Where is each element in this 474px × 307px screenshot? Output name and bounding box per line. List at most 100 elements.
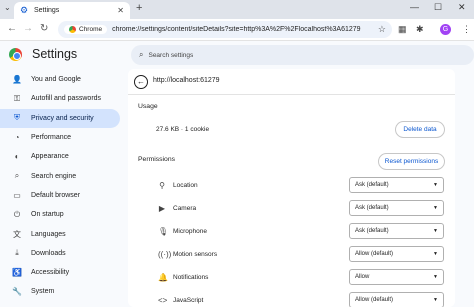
- dropdown-arrow-icon: ▼: [433, 228, 438, 234]
- permission-select[interactable]: Allow (default) ▼: [349, 292, 444, 307]
- profile-avatar[interactable]: G: [440, 24, 451, 35]
- search-icon: ⌕: [14, 171, 20, 181]
- permission-select[interactable]: Ask (default) ▼: [349, 177, 444, 193]
- sidebar-item-languages[interactable]: 文 Languages: [0, 224, 120, 243]
- permission-row: 🔔 Notifications Allow ▼: [128, 268, 455, 291]
- sidebar-item-label: Search engine: [31, 172, 77, 180]
- permission-value: Ask (default): [355, 182, 389, 188]
- location-icon: ⚲: [159, 181, 165, 190]
- person-icon: 👤: [12, 75, 22, 85]
- search-placeholder: Search settings: [148, 51, 194, 59]
- permission-select[interactable]: Ask (default) ▼: [349, 223, 444, 239]
- address-bar[interactable]: Chrome chrome://settings/content/siteDet…: [58, 21, 392, 38]
- sidebar-item-label: Performance: [31, 134, 72, 142]
- browser-toolbar: ← → ↻ Chrome chrome://settings/content/s…: [0, 19, 474, 41]
- accessibility-icon: ♿: [12, 268, 22, 278]
- permission-select[interactable]: Allow (default) ▼: [349, 246, 444, 262]
- permission-label: JavaScript: [173, 297, 204, 304]
- translate-icon: 文: [13, 229, 21, 239]
- bell-icon: 🔔: [158, 273, 168, 282]
- permission-label: Microphone: [173, 228, 207, 235]
- divider: [128, 94, 455, 95]
- sidebar-item-label: Default browser: [31, 191, 81, 199]
- permission-row: <> JavaScript Allow (default) ▼: [128, 291, 455, 307]
- site-chip[interactable]: Chrome: [64, 25, 108, 34]
- search-icon: ⌕: [139, 50, 144, 59]
- sidebar-item-label: Autofill and passwords: [31, 95, 102, 103]
- settings-header: Settings ⌕ Search settings: [0, 41, 474, 69]
- reset-permissions-button[interactable]: Reset permissions: [378, 153, 445, 170]
- settings-sidebar: 👤 You and Google ⚿ Autofill and passwords ⛨ P…: [0, 70, 124, 302]
- url-text[interactable]: chrome://settings/content/siteDetails?si…: [112, 26, 378, 33]
- code-icon: <>: [158, 296, 168, 305]
- extensions-icon[interactable]: ✱: [416, 24, 424, 35]
- permission-label: Location: [173, 182, 198, 189]
- permission-value: Ask (default): [355, 228, 389, 234]
- key-icon: ⚿: [13, 93, 21, 103]
- maximize-icon[interactable]: ☐: [434, 2, 442, 13]
- tab-search-button[interactable]: ⌄: [4, 3, 11, 12]
- sidebar-item-on-startup[interactable]: ⏻ On startup: [0, 205, 120, 224]
- power-icon: ⏻: [13, 209, 21, 219]
- shield-icon: ⛨: [14, 113, 20, 123]
- microphone-icon: 🎙: [158, 227, 169, 236]
- sidebar-item-label: Languages: [31, 230, 66, 238]
- permission-select[interactable]: Ask (default) ▼: [349, 200, 444, 216]
- search-input[interactable]: ⌕ Search settings: [131, 45, 474, 65]
- usage-text: 27.6 KB · 1 cookie: [156, 126, 210, 133]
- permission-select[interactable]: Allow ▼: [349, 269, 444, 285]
- sidebar-item-you-and-google[interactable]: 👤 You and Google: [0, 70, 120, 89]
- close-window-icon[interactable]: ✕: [458, 2, 466, 13]
- wrench-icon: 🔧: [12, 287, 22, 297]
- motion-sensor-icon: ((·)): [158, 250, 172, 259]
- sidebar-item-search-engine[interactable]: ⌕ Search engine: [0, 166, 120, 185]
- back-arrow-icon[interactable]: ←: [134, 75, 148, 89]
- page-title: Settings: [32, 47, 78, 61]
- new-tab-button[interactable]: +: [136, 2, 142, 14]
- browser-icon: ▭: [13, 190, 21, 200]
- extension-puzzle-icon[interactable]: ▦: [398, 24, 407, 35]
- sidebar-item-label: Privacy and security: [31, 114, 94, 122]
- download-icon: ⤓: [15, 248, 19, 258]
- forward-icon[interactable]: →: [23, 23, 33, 34]
- palette-icon: ◐: [14, 152, 20, 162]
- reload-icon[interactable]: ↻: [40, 23, 48, 34]
- minimize-icon[interactable]: —: [410, 2, 419, 12]
- permission-row: 🎙 Microphone Ask (default) ▼: [128, 222, 455, 245]
- tab-close-icon[interactable]: ✕: [117, 6, 124, 15]
- sidebar-item-system[interactable]: 🔧 System: [0, 282, 120, 301]
- sidebar-item-privacy-and-security[interactable]: ⛨ Privacy and security: [0, 108, 120, 128]
- delete-data-button[interactable]: Delete data: [395, 121, 445, 138]
- permission-value: Allow: [355, 274, 370, 280]
- sidebar-item-default-browser[interactable]: ▭ Default browser: [0, 186, 120, 205]
- dropdown-arrow-icon: ▼: [433, 182, 438, 188]
- camera-icon: ▶: [158, 204, 166, 213]
- site-chip-label: Chrome: [79, 26, 103, 33]
- sidebar-item-autofill-and-passwords[interactable]: ⚿ Autofill and passwords: [0, 89, 120, 108]
- settings-gear-icon: ⚙: [20, 5, 29, 15]
- menu-icon[interactable]: ⋮: [462, 24, 471, 35]
- permission-row: ((·)) Motion sensors Allow (default) ▼: [128, 245, 455, 268]
- permission-row: ⚲ Location Ask (default) ▼: [128, 176, 455, 199]
- sidebar-item-label: Accessibility: [31, 269, 70, 277]
- sidebar-item-downloads[interactable]: ⤓ Downloads: [0, 244, 120, 263]
- permission-label: Notifications: [173, 274, 209, 281]
- tab-settings[interactable]: ⚙ Settings ✕: [14, 2, 130, 19]
- permission-row: ▶ Camera Ask (default) ▼: [128, 199, 455, 222]
- gauge-icon: ◔: [14, 133, 20, 143]
- permission-value: Allow (default): [355, 297, 394, 303]
- back-icon[interactable]: ←: [7, 23, 17, 34]
- tab-strip: ⌄ ⚙ Settings ✕ + — ☐ ✕: [0, 0, 474, 19]
- bookmark-star-icon[interactable]: ☆: [378, 24, 386, 35]
- sidebar-item-label: You and Google: [31, 76, 81, 84]
- usage-heading: Usage: [138, 103, 158, 110]
- sidebar-item-accessibility[interactable]: ♿ Accessibility: [0, 263, 120, 282]
- permissions-heading: Permissions: [138, 156, 176, 163]
- permission-value: Ask (default): [355, 205, 389, 211]
- site-details-card: ← http://localhost:61279 Usage 27.6 KB ·…: [128, 69, 455, 307]
- sidebar-item-label: System: [31, 288, 55, 296]
- sidebar-item-appearance[interactable]: ◐ Appearance: [0, 147, 120, 166]
- sidebar-item-performance[interactable]: ◔ Performance: [0, 128, 120, 147]
- permission-value: Allow (default): [355, 251, 394, 257]
- dropdown-arrow-icon: ▼: [433, 274, 438, 280]
